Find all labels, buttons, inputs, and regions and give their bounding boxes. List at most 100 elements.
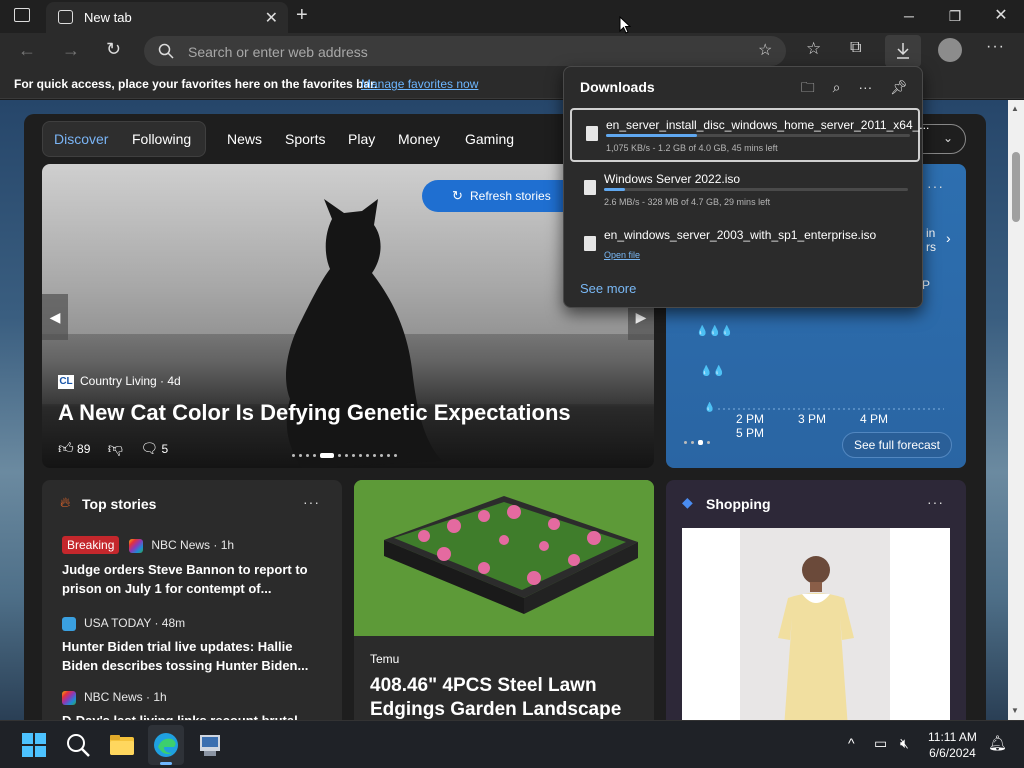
shopping-more-icon[interactable]: ···	[927, 494, 944, 510]
start-windows-icon[interactable]	[20, 731, 48, 759]
system-clock[interactable]: 11:11 AM 6/6/2024	[928, 729, 977, 761]
usa-today-logo	[62, 616, 76, 631]
page-scrollbar[interactable]: ▲ ▼	[1008, 100, 1024, 720]
pin-icon[interactable]: 📌︎	[890, 79, 908, 95]
minimize-button[interactable]: ─	[886, 4, 932, 28]
refresh-stories-label: Refresh stories	[470, 189, 551, 203]
new-tab-button[interactable]: +	[296, 4, 308, 27]
hero-prev-button[interactable]: ◀	[42, 294, 68, 340]
carousel-dot[interactable]	[313, 454, 316, 458]
download-item[interactable]: en_windows_server_2003_with_sp1_enterpri…	[570, 220, 920, 274]
sponsored-card[interactable]: Temu 408.46" 4PCS Steel Lawn Edgings Gar…	[354, 480, 654, 720]
tab-discover[interactable]: Discover	[54, 131, 108, 147]
tab-following[interactable]: Following	[132, 131, 191, 147]
open-folder-icon[interactable]: 🗀︎	[801, 79, 815, 95]
top-stories-title: Top stories	[82, 496, 157, 512]
hero-source-label: Country Living · 4d	[80, 374, 181, 388]
close-tab-icon[interactable]: ✕	[265, 8, 278, 28]
chevron-down-icon: ⌄	[942, 131, 953, 145]
carousel-dot[interactable]	[366, 454, 369, 458]
carousel-dot[interactable]	[306, 454, 309, 458]
carousel-dot[interactable]	[380, 454, 383, 458]
restore-button[interactable]: ❐	[932, 4, 978, 28]
server-manager-icon[interactable]	[196, 731, 224, 759]
forward-button[interactable]: →	[62, 40, 80, 61]
search-downloads-icon[interactable]: ⌕	[833, 79, 841, 95]
search-icon[interactable]	[64, 731, 92, 759]
scrollbar-thumb[interactable]	[1012, 152, 1020, 222]
tab-sports[interactable]: Sports	[285, 131, 325, 147]
settings-more-icon[interactable]: ···	[986, 38, 1005, 56]
hero-headline[interactable]: A New Cat Color Is Defying Genetic Expec…	[58, 400, 571, 426]
notification-bell-icon[interactable]: 🔔︎	[988, 734, 1007, 752]
scroll-up-arrow-icon[interactable]: ▲	[1011, 104, 1019, 113]
show-hidden-icons-chevron-icon[interactable]: ^	[848, 735, 855, 751]
carousel-dot[interactable]	[387, 454, 390, 458]
download-icon	[897, 43, 909, 59]
weather-dot[interactable]	[691, 441, 694, 445]
story-item[interactable]: Breaking NBC News · 1h Judge orders Steve…	[62, 536, 332, 598]
shopping-product-image[interactable]	[682, 528, 950, 720]
dislike-icon[interactable]: 👎︎	[108, 440, 123, 457]
carousel-dot[interactable]	[373, 454, 376, 458]
weather-dot[interactable]	[684, 441, 687, 445]
story-headline[interactable]: Judge orders Steve Bannon to report to p…	[62, 560, 332, 598]
weather-more-icon[interactable]: ···	[927, 178, 944, 194]
story-headline[interactable]: D-Day's last living links recount brutal	[62, 711, 332, 720]
garden-bed-image	[354, 480, 654, 636]
downloads-actions: 🗀︎ ⌕ ··· 📌︎	[787, 77, 908, 101]
close-window-button[interactable]: ✕	[978, 4, 1024, 28]
story-item[interactable]: NBC News · 1h D-Day's last living links …	[62, 690, 332, 720]
volume-muted-icon[interactable]: 🔇︎	[900, 735, 909, 752]
refresh-button[interactable]: ↻	[106, 39, 121, 60]
top-stories-more-icon[interactable]: ···	[303, 494, 320, 510]
add-favorite-icon[interactable]: ☆	[758, 40, 772, 60]
carousel-dot[interactable]	[299, 454, 302, 458]
story-item[interactable]: USA TODAY · 48m Hunter Biden trial live …	[62, 616, 332, 675]
avatar[interactable]	[938, 38, 962, 62]
carousel-dot[interactable]	[359, 454, 362, 458]
see-full-forecast-button[interactable]: See full forecast	[842, 432, 952, 458]
tab-news[interactable]: News	[227, 131, 262, 147]
back-button[interactable]: ←	[18, 40, 36, 61]
refresh-stories-button[interactable]: ↻ Refresh stories	[422, 180, 582, 212]
weather-dot[interactable]	[707, 441, 710, 445]
tab-actions-icon[interactable]	[14, 8, 30, 22]
comment-icon[interactable]: 🗨︎	[140, 440, 158, 456]
address-bar[interactable]: Search or enter web address ☆	[144, 36, 786, 66]
nbc-news-logo	[62, 690, 76, 705]
more-options-icon[interactable]: ···	[858, 79, 872, 95]
manage-favorites-link[interactable]: Manage favorites now	[361, 77, 478, 91]
see-more-link[interactable]: See more	[580, 281, 636, 296]
active-app-indicator	[160, 762, 172, 765]
top-stories-card: 🔥︎ Top stories ··· Breaking NBC News · 1h…	[42, 480, 342, 720]
promo-source: Temu	[370, 652, 400, 666]
favorites-icon[interactable]: ☆	[806, 39, 821, 59]
chevron-right-icon[interactable]: ›	[946, 230, 951, 246]
tab-money[interactable]: Money	[398, 131, 440, 147]
file-explorer-icon[interactable]	[108, 731, 136, 759]
carousel-dot[interactable]	[352, 454, 355, 458]
weather-dot-active[interactable]	[698, 440, 703, 446]
precipitation-chart: 💧💧💧 💧💧 💧	[696, 324, 944, 413]
download-item[interactable]: en_server_install_disc_windows_home_serv…	[570, 108, 929, 162]
promo-headline[interactable]: 408.46" 4PCS Steel Lawn Edgings Garden L…	[370, 674, 654, 720]
network-icon[interactable]: ▭	[874, 735, 887, 752]
carousel-dot-active[interactable]	[320, 453, 334, 459]
tab-new-tab[interactable]: New tab ✕	[46, 2, 288, 33]
tab-gaming[interactable]: Gaming	[465, 131, 514, 147]
carousel-dot[interactable]	[292, 454, 295, 458]
story-headline[interactable]: Hunter Biden trial live updates: Hallie …	[62, 637, 332, 675]
scroll-down-arrow-icon[interactable]: ▼	[1011, 706, 1019, 715]
download-item[interactable]: Windows Server 2022.iso 2.6 MB/s - 328 M…	[570, 164, 920, 218]
open-file-link[interactable]: Open file	[604, 250, 640, 260]
carousel-dot[interactable]	[345, 454, 348, 458]
like-icon[interactable]: 👍︎	[58, 440, 74, 457]
carousel-dot[interactable]	[394, 454, 397, 458]
edge-taskbar-button[interactable]	[148, 725, 184, 765]
carousel-dot[interactable]	[338, 454, 341, 458]
downloads-button[interactable]	[885, 35, 921, 67]
tab-play[interactable]: Play	[348, 131, 375, 147]
collections-icon[interactable]: ⧉	[850, 39, 861, 57]
toolbar: ← → ↻ Search or enter web address ☆ ☆ ⧉ …	[0, 33, 1024, 69]
